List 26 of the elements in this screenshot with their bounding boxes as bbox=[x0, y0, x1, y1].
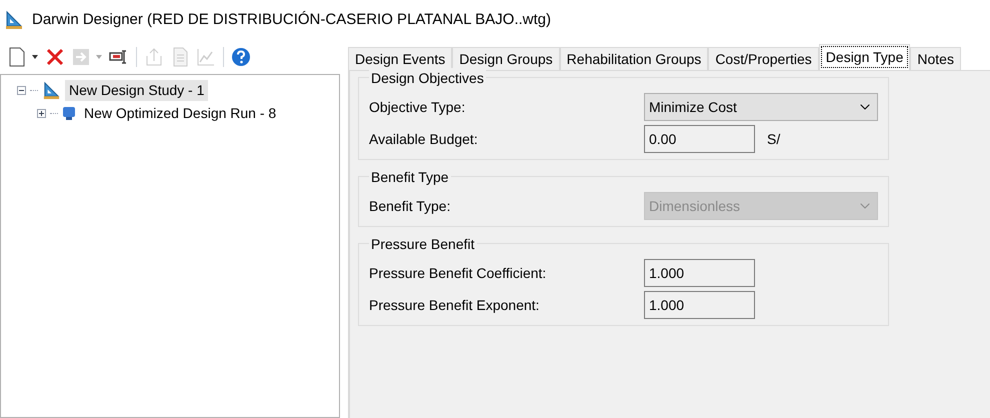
tab[interactable]: Design Type bbox=[818, 44, 910, 70]
collapse-toggle[interactable] bbox=[17, 86, 26, 95]
tab[interactable]: Design Events bbox=[348, 47, 452, 70]
field-label: Pressure Benefit Exponent: bbox=[369, 296, 540, 315]
group-title: Design Objectives bbox=[369, 68, 486, 89]
drafting-triangle-icon bbox=[42, 81, 61, 100]
field-label: Benefit Type: bbox=[369, 196, 452, 216]
caret-icon[interactable] bbox=[32, 55, 38, 59]
tree-item[interactable]: New Optimized Design Run - 8 bbox=[80, 103, 280, 124]
window-title: Darwin Designer (RED DE DISTRIBUCIÓN-CASERIO PLATANAL BAJO..wtg) bbox=[32, 10, 551, 30]
expand-toggle[interactable] bbox=[37, 109, 46, 118]
input-field[interactable]: 0.00 bbox=[644, 125, 755, 153]
tab[interactable]: Rehabilitation Groups bbox=[560, 47, 708, 70]
field-label: Available Budget: bbox=[369, 130, 479, 149]
monitor-icon bbox=[62, 106, 76, 122]
field-label: Objective Type: bbox=[369, 98, 466, 117]
dropdown[interactable]: Minimize Cost bbox=[644, 93, 878, 121]
drafting-triangle-icon bbox=[4, 10, 24, 30]
tab[interactable]: Cost/Properties bbox=[708, 47, 819, 70]
tree-item[interactable]: New Design Study - 1 bbox=[65, 80, 208, 101]
unit-label: S/ bbox=[767, 130, 780, 148]
field-label: Pressure Benefit Coefficient: bbox=[369, 264, 548, 282]
tab[interactable]: Notes bbox=[910, 47, 961, 70]
input-field[interactable]: 1.000 bbox=[644, 291, 755, 319]
tab[interactable]: Design Groups bbox=[452, 47, 560, 70]
input-field[interactable]: 1.000 bbox=[644, 259, 755, 287]
